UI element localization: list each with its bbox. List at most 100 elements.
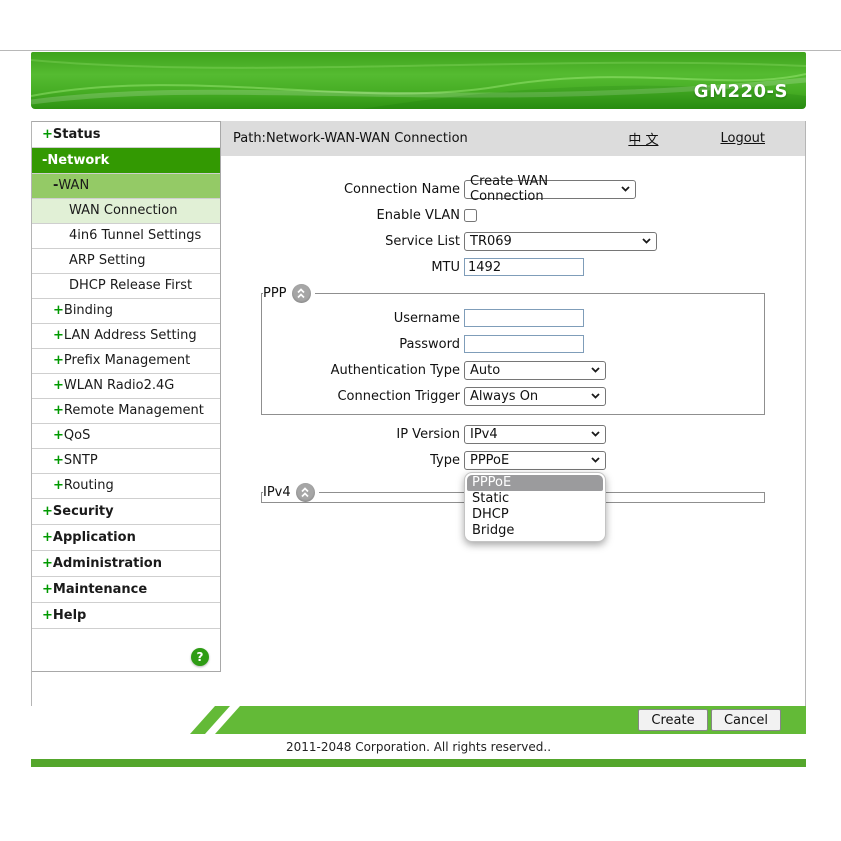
path-bar: Path:Network-WAN-WAN Connection 中 文 Logo… bbox=[221, 121, 805, 156]
sidebar-item-label: Binding bbox=[63, 303, 114, 318]
sidebar-item-application[interactable]: +Application bbox=[32, 525, 220, 551]
type-select-wrapper: PPPoE PPPoE Static DHCP Bridge bbox=[464, 450, 606, 542]
sidebar-item-network[interactable]: -Network bbox=[32, 148, 220, 174]
dropdown-option-dhcp[interactable]: DHCP bbox=[467, 507, 603, 523]
form-row: MTU bbox=[221, 258, 805, 276]
ppp-section: PPP Username Password Authentication Typ… bbox=[261, 284, 765, 415]
expand-icon: + bbox=[53, 478, 64, 493]
selected-value: Auto bbox=[470, 362, 501, 378]
service-list-label: Service List bbox=[385, 233, 460, 249]
authentication-type-select[interactable]: Auto bbox=[464, 360, 606, 380]
ip-version-select[interactable]: IPv4 bbox=[464, 424, 606, 444]
help-icon[interactable]: ? bbox=[191, 648, 209, 666]
sidebar-item-status[interactable]: +Status bbox=[32, 122, 220, 148]
password-label: Password bbox=[399, 336, 460, 352]
connection-trigger-select[interactable]: Always On bbox=[464, 386, 606, 406]
expand-icon: + bbox=[53, 353, 64, 368]
selected-value: TR069 bbox=[470, 233, 512, 249]
banner-wave-decoration bbox=[31, 59, 806, 109]
type-dropdown-popup: PPPoE Static DHCP Bridge bbox=[464, 471, 606, 542]
sidebar-item-dhcp-release-first[interactable]: DHCP Release First bbox=[32, 274, 220, 299]
expand-icon: + bbox=[53, 403, 64, 418]
action-bar: Create Cancel bbox=[31, 706, 806, 734]
sidebar-item-label: Administration bbox=[52, 556, 162, 571]
ipv4-legend: IPv4 bbox=[263, 483, 319, 502]
enable-vlan-label: Enable VLAN bbox=[376, 207, 460, 223]
sidebar-item-wan[interactable]: -WAN bbox=[32, 174, 220, 199]
expand-icon: + bbox=[42, 556, 53, 571]
chevron-down-icon bbox=[591, 367, 600, 373]
username-label: Username bbox=[393, 310, 460, 326]
create-button[interactable]: Create bbox=[638, 709, 708, 731]
form-row: Username bbox=[262, 309, 764, 327]
chevron-down-icon bbox=[591, 431, 600, 437]
sidebar-item-security[interactable]: +Security bbox=[32, 499, 220, 525]
cancel-button[interactable]: Cancel bbox=[711, 709, 781, 731]
connection-name-select[interactable]: Create WAN Connection bbox=[464, 174, 636, 204]
expand-icon: + bbox=[53, 453, 64, 468]
bottom-green-bar bbox=[31, 759, 806, 767]
expand-icon: + bbox=[53, 378, 64, 393]
sidebar-item-label: ARP Setting bbox=[69, 253, 146, 268]
sidebar-item-sntp[interactable]: +SNTP bbox=[32, 449, 220, 474]
password-input[interactable] bbox=[464, 335, 584, 353]
collapse-section-button[interactable] bbox=[291, 284, 311, 303]
ppp-legend-label: PPP bbox=[263, 286, 287, 301]
ppp-legend: PPP bbox=[263, 284, 315, 303]
sidebar-item-maintenance[interactable]: +Maintenance bbox=[32, 577, 220, 603]
sidebar-item-label: SNTP bbox=[63, 453, 98, 468]
sidebar-item-help[interactable]: +Help bbox=[32, 603, 220, 629]
chevron-down-icon bbox=[642, 238, 651, 244]
enable-vlan-checkbox[interactable] bbox=[464, 208, 477, 222]
type-label: Type bbox=[430, 452, 460, 468]
form-row: Connection Name Create WAN Connection bbox=[221, 174, 805, 204]
expand-icon: + bbox=[42, 127, 53, 142]
authentication-type-label: Authentication Type bbox=[330, 362, 460, 378]
sidebar-item-routing[interactable]: +Routing bbox=[32, 474, 220, 499]
selected-value: Always On bbox=[470, 388, 539, 404]
sidebar-item-label: Remote Management bbox=[63, 403, 204, 418]
chevron-down-icon bbox=[591, 393, 600, 399]
sidebar-item-prefix-management[interactable]: +Prefix Management bbox=[32, 349, 220, 374]
sidebar-item-4in6-tunnel-settings[interactable]: 4in6 Tunnel Settings bbox=[32, 224, 220, 249]
expand-icon: + bbox=[42, 530, 53, 545]
connection-trigger-label: Connection Trigger bbox=[337, 388, 460, 404]
expand-icon: + bbox=[53, 328, 64, 343]
expand-icon: + bbox=[53, 428, 64, 443]
sidebar-item-label: Network bbox=[47, 153, 110, 168]
breadcrumb: Path:Network-WAN-WAN Connection bbox=[233, 131, 468, 146]
ip-version-label: IP Version bbox=[396, 426, 460, 442]
type-select[interactable]: PPPoE bbox=[464, 450, 606, 470]
username-input[interactable] bbox=[464, 309, 584, 327]
ipv4-legend-label: IPv4 bbox=[263, 485, 291, 500]
sidebar-item-label: Security bbox=[52, 504, 114, 519]
logout-link[interactable]: Logout bbox=[720, 131, 765, 146]
selected-value: IPv4 bbox=[470, 426, 498, 442]
form-row: Password bbox=[262, 335, 764, 353]
mtu-label: MTU bbox=[431, 259, 460, 275]
expand-icon: + bbox=[53, 303, 64, 318]
sidebar-item-lan-address-setting[interactable]: +LAN Address Setting bbox=[32, 324, 220, 349]
sidebar-item-remote-management[interactable]: +Remote Management bbox=[32, 399, 220, 424]
sidebar-item-label: WAN bbox=[58, 178, 90, 193]
sidebar-item-qos[interactable]: +QoS bbox=[32, 424, 220, 449]
sidebar-nav: +Status -Network -WAN WAN Connection 4in… bbox=[32, 121, 221, 672]
sidebar-item-label: WLAN Radio2.4G bbox=[63, 378, 175, 393]
sidebar-item-wlan-radio24g[interactable]: +WLAN Radio2.4G bbox=[32, 374, 220, 399]
sidebar-item-arp-setting[interactable]: ARP Setting bbox=[32, 249, 220, 274]
sidebar-item-administration[interactable]: +Administration bbox=[32, 551, 220, 577]
language-switch-link[interactable]: 中 文 bbox=[628, 129, 658, 148]
content-area: Path:Network-WAN-WAN Connection 中 文 Logo… bbox=[221, 121, 805, 706]
form-row: Connection Trigger Always On bbox=[262, 386, 764, 406]
sidebar-item-wan-connection[interactable]: WAN Connection bbox=[32, 199, 220, 224]
sidebar-filler bbox=[32, 629, 220, 671]
sidebar-item-label: Prefix Management bbox=[63, 353, 191, 368]
service-list-select[interactable]: TR069 bbox=[464, 231, 657, 251]
mtu-input[interactable] bbox=[464, 258, 584, 276]
dropdown-option-static[interactable]: Static bbox=[467, 491, 603, 507]
collapse-section-button[interactable] bbox=[295, 483, 315, 502]
selected-value: PPPoE bbox=[470, 452, 510, 468]
dropdown-option-pppoe[interactable]: PPPoE bbox=[467, 474, 603, 491]
sidebar-item-binding[interactable]: +Binding bbox=[32, 299, 220, 324]
dropdown-option-bridge[interactable]: Bridge bbox=[467, 523, 603, 539]
